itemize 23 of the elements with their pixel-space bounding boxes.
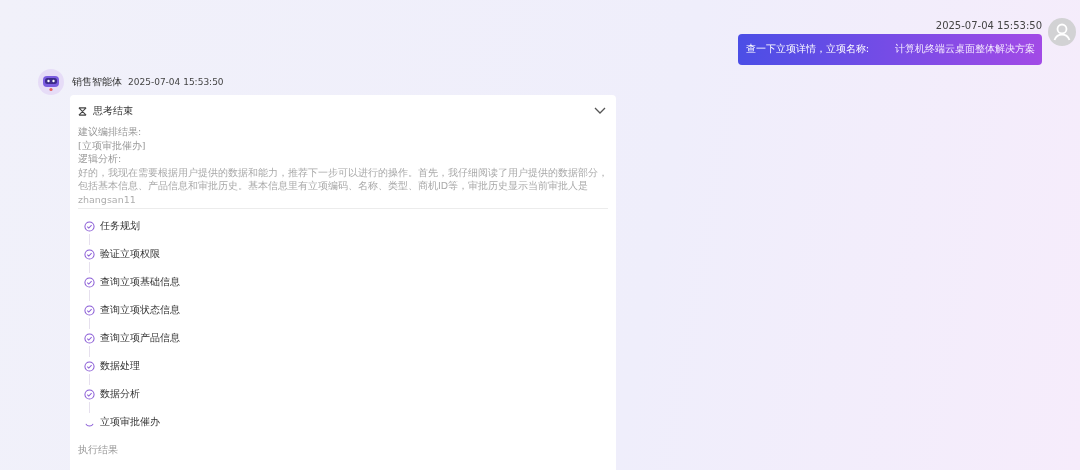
thinking-text: 逻辑分析: — [78, 152, 123, 166]
step-label: 查询立项产品信息 — [100, 331, 180, 345]
chevron-icon[interactable] — [594, 107, 606, 115]
message-time: 2025-07-04 15:53:50 — [128, 77, 224, 87]
step-label: 立项审批催办 — [100, 415, 160, 429]
agent-name: 销售智能体 — [72, 75, 122, 89]
step-label: 验证立项权限 — [100, 247, 160, 261]
thinking-title: 思考结束 — [93, 104, 134, 118]
thinking-text: zhangsan11 — [78, 192, 137, 206]
message-text: 查一下立项详情，立项名称: — [745, 42, 869, 56]
step-label: 数据分析 — [100, 387, 140, 401]
message-time: 2025-07-04 15:53:50 — [935, 19, 1042, 31]
step-label: 查询立项基础信息 — [100, 275, 180, 289]
project-name-text: 计算机终端云桌面整体解决方案 — [895, 42, 1035, 56]
step-label: 查询立项状态信息 — [100, 303, 180, 317]
thinking-text: [立项审批催办] — [78, 138, 147, 152]
thinking-text: 建议编排结果: — [78, 125, 143, 139]
thinking-icon — [78, 106, 87, 116]
user-avatar-icon — [1048, 18, 1076, 46]
step-label: 数据处理 — [100, 359, 140, 373]
step-label: 任务规划 — [100, 219, 140, 233]
section-heading: 执行结果 — [78, 443, 119, 457]
robot-avatar-icon — [38, 69, 64, 95]
